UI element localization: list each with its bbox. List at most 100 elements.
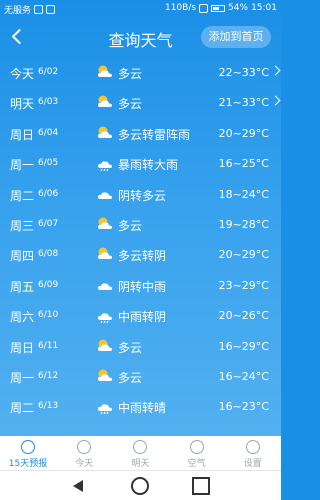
tomorrow-icon <box>133 440 148 454</box>
tab-settings[interactable]: 设置 <box>225 436 281 470</box>
rain-icon <box>96 155 114 172</box>
forecast-day: 周一 <box>10 371 35 385</box>
forecast-date: 6/07 <box>38 219 59 229</box>
battery-level: 54% <box>228 3 249 13</box>
forecast-day: 周五 <box>10 279 35 294</box>
app-bar: 查询天气 添加到首页 <box>0 18 281 56</box>
system-nav-bar <box>0 470 281 500</box>
forecast-day: 周日 <box>10 127 35 142</box>
forecast-temp: 23~29°C <box>218 278 269 292</box>
forecast-row[interactable]: 周二 6/06 阴转多云 18~24°C <box>0 180 281 210</box>
forecast-desc: 多云转雷阵雨 <box>118 127 191 142</box>
status-bar: 无服务 110B/s 54% 15:01 <box>0 0 281 18</box>
forecast-day: 周四 <box>10 249 35 264</box>
air-icon <box>189 440 204 454</box>
forecast-day: 周日 <box>10 340 35 355</box>
forecast-row[interactable]: 明天 6/03 多云 21~33°C <box>0 88 281 118</box>
status-right: 110B/s 54% 15:01 <box>165 3 277 13</box>
forecast-row[interactable]: 周四 6/08 多云转阴 20~29°C <box>0 240 281 270</box>
add-to-home-button[interactable]: 添加到首页 <box>201 26 271 48</box>
tab-label: 15天预报 <box>8 459 48 469</box>
forecast-desc: 多云 <box>118 67 143 81</box>
forecast-date: 6/12 <box>38 371 59 381</box>
notification-icon <box>34 5 44 14</box>
status-left: 无服务 <box>4 3 56 16</box>
forecast-desc: 多云 <box>118 371 143 385</box>
forecast-row[interactable]: 周六 6/10 中雨转阴 20~26°C <box>0 301 281 331</box>
forecast-date: 6/09 <box>38 279 59 290</box>
tab-tomorrow[interactable]: 明天 <box>112 436 168 470</box>
forecast-desc: 中雨转晴 <box>118 401 167 416</box>
forecast-row[interactable]: 周一 6/12 多云 16~24°C <box>0 362 281 392</box>
forecast-row[interactable]: 周日 6/11 多云 16~29°C <box>0 332 281 362</box>
forecast-temp: 22~33°C <box>218 66 269 79</box>
forecast-desc: 多云 <box>118 97 143 112</box>
forecast-row[interactable]: 周二 6/13 中雨转晴 16~23°C <box>0 392 281 422</box>
forecast-date: 6/10 <box>38 310 59 321</box>
forecast-day: 周三 <box>10 219 35 233</box>
forecast-row[interactable]: 周三 6/07 多云 19~28°C <box>0 210 281 240</box>
forecast-temp: 19~28°C <box>218 218 269 231</box>
no-service-text: 无服务 <box>4 6 32 16</box>
forecast-day: 周二 <box>10 188 35 203</box>
forecast-desc: 中雨转阴 <box>118 310 167 325</box>
forecast-date: 6/02 <box>38 67 59 77</box>
forecast-temp: 16~23°C <box>218 400 269 414</box>
forecast-temp: 16~24°C <box>218 370 269 383</box>
forecast-day: 周六 <box>10 310 35 325</box>
forecast-desc: 多云转阴 <box>118 249 167 264</box>
partly-cloudy-icon <box>96 246 114 262</box>
forecast-icon <box>21 440 35 454</box>
sim-icon <box>46 5 56 14</box>
cloudy-icon <box>96 186 114 202</box>
forecast-day: 周二 <box>10 401 35 416</box>
forecast-row[interactable]: 周日 6/04 多云转雷阵雨 20~29°C <box>0 119 281 149</box>
forecast-date: 6/08 <box>38 249 59 260</box>
clock: 15:01 <box>251 3 277 13</box>
network-speed: 110B/s <box>164 3 197 13</box>
wifi-icon <box>199 3 209 13</box>
partly-cloudy-icon <box>96 64 114 80</box>
cloudy-icon <box>96 277 114 293</box>
forecast-row[interactable]: 周一 6/05 暴雨转大雨 16~25°C <box>0 149 281 179</box>
tab-label: 空气 <box>187 459 206 469</box>
nav-back-button[interactable] <box>70 477 88 495</box>
partly-cloudy-icon <box>96 125 114 141</box>
forecast-day: 明天 <box>10 97 35 112</box>
screen: 无服务 110B/s 54% 15:01 查询天气 添加到首页 今天 6/02 多云… <box>0 0 281 500</box>
chevron-right-icon <box>270 65 281 76</box>
battery-icon <box>211 4 226 12</box>
forecast-desc: 多云 <box>118 219 143 233</box>
forecast-desc: 暴雨转大雨 <box>118 158 179 173</box>
partly-cloudy-icon <box>96 338 114 354</box>
forecast-day: 今天 <box>10 67 35 81</box>
forecast-row[interactable]: 今天 6/02 多云 22~33°C <box>0 58 281 88</box>
forecast-date: 6/05 <box>38 158 59 169</box>
forecast-temp: 21~33°C <box>218 96 269 110</box>
chevron-right-icon <box>270 95 281 106</box>
forecast-temp: 20~26°C <box>218 309 269 323</box>
nav-recents-button[interactable] <box>192 477 210 495</box>
tab-air[interactable]: 空气 <box>169 436 225 470</box>
rain-icon <box>96 398 114 415</box>
nav-home-button[interactable] <box>131 477 149 495</box>
bottom-tab-bar: 15天预报 今天 明天 空气 设置 <box>0 436 281 470</box>
rain-icon <box>96 307 114 324</box>
today-icon <box>77 440 92 454</box>
tab-label: 今天 <box>75 459 94 469</box>
forecast-date: 6/11 <box>38 340 59 351</box>
forecast-temp: 16~29°C <box>218 339 269 353</box>
forecast-day: 周一 <box>10 158 35 173</box>
partly-cloudy-icon <box>96 94 114 110</box>
forecast-desc: 阴转多云 <box>118 188 167 203</box>
forecast-temp: 20~29°C <box>218 126 269 140</box>
forecast-row[interactable]: 周五 6/09 阴转中雨 23~29°C <box>0 271 281 301</box>
forecast-date: 6/04 <box>38 127 59 138</box>
settings-icon <box>245 440 260 454</box>
tab-label: 明天 <box>131 459 150 469</box>
forecast-temp: 18~24°C <box>218 187 269 201</box>
forecast-desc: 阴转中雨 <box>118 279 167 294</box>
tab-today[interactable]: 今天 <box>56 436 112 470</box>
forecast-temp: 16~25°C <box>218 157 269 171</box>
tab-forecast[interactable]: 15天预报 <box>0 436 56 470</box>
